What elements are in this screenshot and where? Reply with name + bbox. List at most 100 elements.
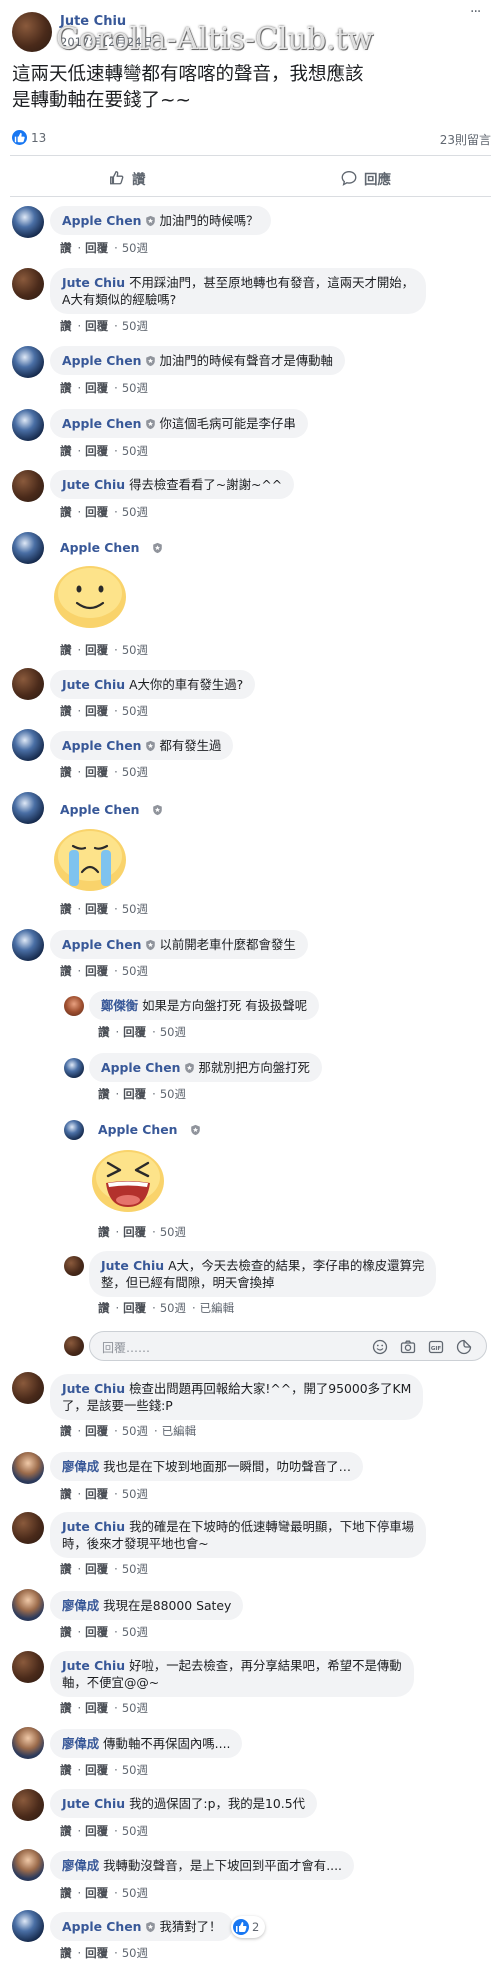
reply-author[interactable]: Apple Chen <box>98 1122 204 1137</box>
edited-label[interactable]: 已編輯 <box>162 1424 197 1438</box>
comment-author[interactable]: Jute Chiu <box>62 1381 125 1396</box>
comment-author[interactable]: 廖偉成 <box>62 1736 99 1751</box>
like-button[interactable]: 讚 <box>108 168 146 188</box>
comment-time[interactable]: 50週 <box>122 1562 148 1576</box>
avatar[interactable] <box>12 409 44 441</box>
comment-reply-link[interactable]: 回覆 <box>85 1562 108 1576</box>
comment-time[interactable]: 50週 <box>122 381 148 395</box>
comment-time[interactable]: 50週 <box>122 1824 148 1838</box>
comment-like-link[interactable]: 讚 <box>60 964 72 978</box>
comment-reply-link[interactable]: 回覆 <box>85 1424 108 1438</box>
reply-author[interactable]: 鄭傑衡 <box>101 998 138 1013</box>
comment-button[interactable]: 回應 <box>340 168 391 188</box>
comment-author[interactable]: 廖偉成 <box>62 1459 99 1474</box>
comment-reply-link[interactable]: 回覆 <box>85 319 108 333</box>
comment-author[interactable]: Jute Chiu <box>62 275 125 290</box>
comment-author[interactable]: Apple Chen <box>60 540 166 555</box>
crying-sticker[interactable] <box>53 828 127 892</box>
comment-like-link[interactable]: 讚 <box>60 241 72 255</box>
comment-like-link[interactable]: 讚 <box>60 319 72 333</box>
avatar[interactable] <box>12 1589 44 1621</box>
reply-reply-link[interactable]: 回覆 <box>123 1025 146 1039</box>
camera-icon[interactable] <box>400 1339 416 1355</box>
avatar[interactable] <box>12 929 44 961</box>
comment-reply-link[interactable]: 回覆 <box>85 1946 108 1960</box>
comment-like-link[interactable]: 讚 <box>60 765 72 779</box>
avatar[interactable] <box>12 268 44 300</box>
comment-author[interactable]: Jute Chiu <box>62 477 125 492</box>
comment-reply-link[interactable]: 回覆 <box>85 241 108 255</box>
comment-author[interactable]: Apple Chen <box>62 1919 141 1934</box>
avatar[interactable] <box>12 532 44 564</box>
comment-time[interactable]: 50週 <box>122 444 148 458</box>
comment-reply-link[interactable]: 回覆 <box>85 1824 108 1838</box>
comment-time[interactable]: 50週 <box>122 1487 148 1501</box>
like-reaction-icon[interactable] <box>12 130 27 145</box>
comment-author[interactable]: 廖偉成 <box>62 1598 99 1613</box>
comment-reply-link[interactable]: 回覆 <box>85 1701 108 1715</box>
comment-reply-link[interactable]: 回覆 <box>85 444 108 458</box>
reply-like-link[interactable]: 讚 <box>98 1301 110 1315</box>
comment-time[interactable]: 50週 <box>122 1701 148 1715</box>
comment-like-link[interactable]: 讚 <box>60 444 72 458</box>
comment-author[interactable]: Jute Chiu <box>62 677 125 692</box>
avatar[interactable] <box>12 1512 44 1544</box>
avatar[interactable] <box>64 1058 84 1078</box>
reply-time[interactable]: 50週 <box>160 1025 186 1039</box>
comment-author[interactable]: Apple Chen <box>62 416 141 431</box>
like-count[interactable]: 13 <box>31 131 46 145</box>
comment-like-link[interactable]: 讚 <box>60 1763 72 1777</box>
comment-reply-link[interactable]: 回覆 <box>85 1487 108 1501</box>
gif-icon[interactable]: GIF <box>428 1339 444 1355</box>
reply-time[interactable]: 50週 <box>160 1087 186 1101</box>
sticker-icon[interactable] <box>456 1339 472 1355</box>
comment-time[interactable]: 50週 <box>122 1886 148 1900</box>
comment-like-link[interactable]: 讚 <box>60 1562 72 1576</box>
comment-time[interactable]: 50週 <box>122 704 148 718</box>
avatar[interactable] <box>64 996 84 1016</box>
post-author-avatar[interactable] <box>12 12 52 52</box>
reply-author[interactable]: Jute Chiu <box>101 1258 164 1273</box>
comment-reply-link[interactable]: 回覆 <box>85 643 108 657</box>
comment-time[interactable]: 50週 <box>122 643 148 657</box>
comment-like-link[interactable]: 讚 <box>60 381 72 395</box>
comment-like-link[interactable]: 讚 <box>60 902 72 916</box>
comment-like-link[interactable]: 讚 <box>60 643 72 657</box>
reply-author[interactable]: Apple Chen <box>101 1060 180 1075</box>
comment-author[interactable]: Apple Chen <box>62 937 141 952</box>
reply-like-link[interactable]: 讚 <box>98 1025 110 1039</box>
avatar[interactable] <box>64 1120 84 1140</box>
comment-reply-link[interactable]: 回覆 <box>85 1763 108 1777</box>
avatar[interactable] <box>12 346 44 378</box>
comment-reply-link[interactable]: 回覆 <box>85 964 108 978</box>
smile-sticker[interactable] <box>53 565 127 629</box>
comment-author[interactable]: Apple Chen <box>60 802 166 817</box>
avatar[interactable] <box>64 1256 84 1276</box>
comment-like-link[interactable]: 讚 <box>60 1946 72 1960</box>
avatar[interactable] <box>12 729 44 761</box>
reply-reply-link[interactable]: 回覆 <box>123 1087 146 1101</box>
comment-time[interactable]: 50週 <box>122 902 148 916</box>
avatar[interactable] <box>12 1789 44 1821</box>
avatar[interactable] <box>12 1452 44 1484</box>
avatar[interactable] <box>12 470 44 502</box>
avatar[interactable] <box>12 206 44 238</box>
comment-author[interactable]: Apple Chen <box>62 353 141 368</box>
comment-time[interactable]: 50週 <box>122 505 148 519</box>
comment-reply-link[interactable]: 回覆 <box>85 902 108 916</box>
comment-author[interactable]: Jute Chiu <box>62 1796 125 1811</box>
reply-time[interactable]: 50週 <box>160 1301 186 1315</box>
comment-time[interactable]: 50週 <box>122 964 148 978</box>
comment-time[interactable]: 50週 <box>122 241 148 255</box>
reply-like-link[interactable]: 讚 <box>98 1225 110 1239</box>
comment-reply-link[interactable]: 回覆 <box>85 381 108 395</box>
comment-time[interactable]: 50週 <box>122 1946 148 1960</box>
comment-time[interactable]: 50週 <box>122 765 148 779</box>
reply-reply-link[interactable]: 回覆 <box>123 1225 146 1239</box>
avatar[interactable] <box>12 1372 44 1404</box>
reply-reply-link[interactable]: 回覆 <box>123 1301 146 1315</box>
comment-like-link[interactable]: 讚 <box>60 1701 72 1715</box>
avatar[interactable] <box>12 1910 44 1942</box>
comment-time[interactable]: 50週 <box>122 1763 148 1777</box>
reply-like-link[interactable]: 讚 <box>98 1087 110 1101</box>
